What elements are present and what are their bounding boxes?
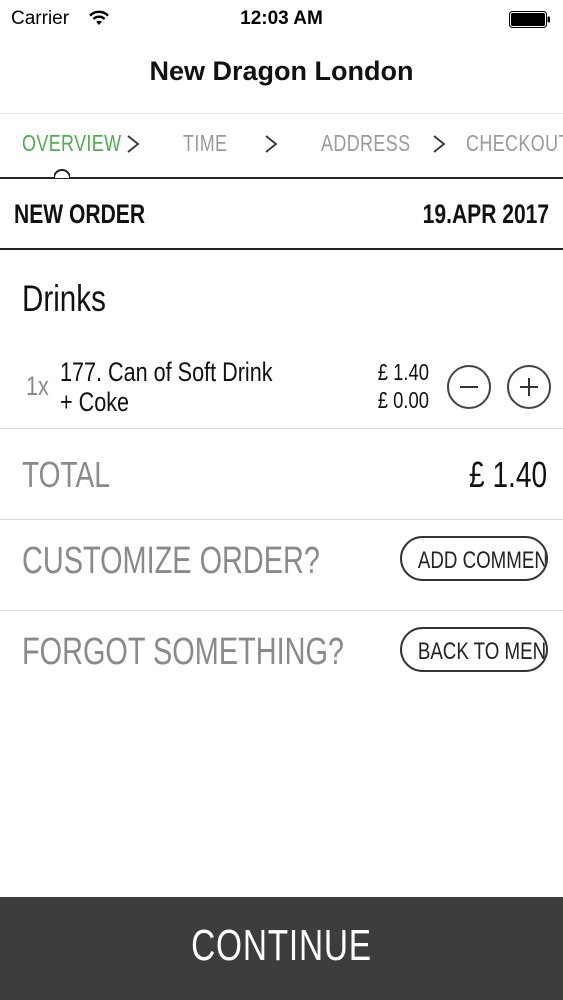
continue-button[interactable]: CONTINUE [0, 897, 563, 1000]
forgot-row: FORGOT SOMETHING? BACK TO MENU [0, 611, 563, 702]
chevron-right-icon [127, 135, 140, 153]
item-name: 177. Can of Soft Drink [60, 357, 273, 387]
status-bar: Carrier 12:03 AM [0, 0, 563, 40]
chevron-right-icon [433, 135, 446, 153]
item-price: £ 1.40 [377, 359, 429, 385]
plus-icon [520, 378, 538, 396]
clock: 12:03 AM [240, 8, 323, 29]
add-comment-button[interactable]: ADD COMMENT [400, 536, 548, 581]
back-to-menu-label: BACK TO MENU [417, 638, 548, 665]
active-step-indicator [54, 169, 70, 178]
customize-label: CUSTOMIZE ORDER? [22, 540, 320, 582]
battery-icon [509, 11, 550, 28]
decrease-quantity-button[interactable] [447, 365, 491, 409]
checkout-steps: OVERVIEW TIME ADDRESS CHECKOUT [0, 113, 563, 178]
step-overview[interactable]: OVERVIEW [22, 130, 121, 157]
category-title: Drinks [22, 278, 106, 319]
page-title: New Dragon London [149, 56, 414, 86]
total-label: TOTAL [22, 454, 110, 495]
forgot-label: FORGOT SOMETHING? [22, 631, 344, 673]
item-option-price: £ 0.00 [377, 387, 429, 413]
list-item: 1x 177. Can of Soft Drink + Coke £ 1.40 … [0, 345, 563, 429]
minus-icon [460, 386, 478, 388]
order-header: NEW ORDER 19.APR 2017 [0, 179, 563, 250]
customize-row: CUSTOMIZE ORDER? ADD COMMENT [0, 520, 563, 611]
add-comment-label: ADD COMMENT [417, 547, 548, 574]
item-quantity: 1x [26, 371, 49, 401]
continue-label: CONTINUE [191, 921, 372, 970]
order-date: 19.APR 2017 [422, 199, 549, 229]
chevron-right-icon [265, 135, 278, 153]
item-option: + Coke [60, 387, 130, 417]
total-row: TOTAL £ 1.40 [0, 430, 563, 520]
total-value: £ 1.40 [468, 454, 547, 495]
increase-quantity-button[interactable] [507, 365, 551, 409]
step-time[interactable]: TIME [183, 130, 227, 157]
step-checkout[interactable]: CHECKOUT [466, 130, 563, 157]
step-address[interactable]: ADDRESS [321, 130, 410, 157]
order-label: NEW ORDER [14, 199, 146, 229]
back-to-menu-button[interactable]: BACK TO MENU [400, 627, 548, 672]
